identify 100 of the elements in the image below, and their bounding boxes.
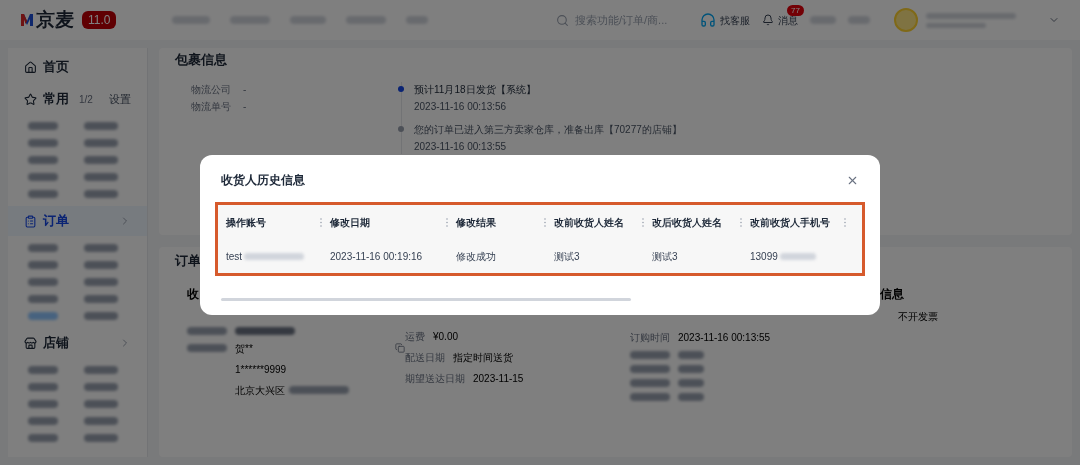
copy-icon[interactable] — [395, 343, 405, 353]
settings-link[interactable]: 设置 — [109, 90, 131, 108]
field-label: 运费 — [405, 329, 425, 344]
redacted-text — [83, 190, 118, 198]
field-value: ¥0.00 — [433, 329, 459, 344]
redacted-text — [83, 244, 118, 252]
redacted-text — [289, 386, 349, 394]
redacted-text — [630, 364, 670, 373]
redacted-text — [28, 261, 58, 269]
redacted-text — [83, 295, 118, 303]
redacted-text — [630, 392, 670, 401]
redacted-text — [235, 326, 295, 335]
receiver-address: 北京大兴区 — [235, 383, 285, 398]
field-value: 指定时间送货 — [453, 350, 513, 365]
column-header: 操作账号 — [226, 215, 266, 230]
field-value: - — [243, 99, 247, 114]
card-title: 收 — [187, 285, 200, 303]
redacted-text — [779, 252, 816, 260]
redacted-text — [83, 434, 118, 442]
version-badge: 11.0 — [82, 11, 117, 29]
redacted-text — [28, 156, 58, 164]
redacted-text — [678, 378, 704, 387]
field-label: 期望送达日期 — [405, 371, 465, 386]
sidebar-item[interactable]: 订单 — [8, 206, 147, 236]
avatar[interactable] — [894, 8, 918, 32]
receiver-phone: 1******9999 — [234, 362, 288, 377]
column-header: 改后收货人姓名 — [652, 215, 722, 230]
redacted-text — [28, 173, 58, 181]
invoice-value: 不开发票 — [898, 309, 938, 324]
column-header: 改前收货人手机号 — [750, 215, 830, 230]
redacted-text — [28, 417, 58, 425]
redacted-text — [244, 252, 305, 260]
app-logo: 京麦 — [36, 7, 74, 32]
column-header: 改前收货人姓名 — [554, 215, 624, 230]
redacted-text — [83, 312, 118, 320]
redacted-text — [83, 156, 118, 164]
table-cell-text: 修改成功 — [456, 249, 496, 264]
field-label: 物流公司 — [191, 82, 231, 97]
field-label: 订购时间 — [630, 330, 670, 345]
logo-mark — [20, 13, 34, 27]
redacted-text — [28, 122, 58, 130]
table-cell-text: 2023-11-16 00:19:16 — [330, 249, 423, 264]
redacted-text — [83, 261, 118, 269]
redacted-text — [630, 378, 670, 387]
page-indicator: 1/2 — [79, 92, 93, 107]
receiver-name: 贺** — [235, 341, 253, 356]
headset-icon — [700, 12, 716, 28]
field-label: 物流单号 — [191, 99, 231, 114]
field-label: 配送日期 — [405, 350, 445, 365]
timeline-time: 2023-11-16 00:13:55 — [414, 139, 508, 154]
redacted-text — [28, 139, 58, 147]
column-header: 修改结果 — [456, 215, 496, 230]
redacted-text — [28, 366, 58, 374]
redacted-text — [630, 350, 670, 359]
redacted-text — [187, 344, 227, 352]
timeline-text: 预计11月18日发货【系统】 — [414, 82, 537, 97]
service-link[interactable]: 找客服 — [700, 12, 750, 28]
timeline-text: 您的订单已进入第三方卖家仓库，准备出库【70277的店铺】 — [414, 122, 682, 137]
table-cell-text: test — [226, 249, 243, 264]
column-header: 修改日期 — [330, 215, 370, 230]
table-cell-text: 测试3 — [652, 249, 678, 264]
redacted-text — [678, 392, 704, 401]
redacted-text — [83, 383, 118, 391]
redacted-text — [28, 190, 58, 198]
sidebar-item[interactable]: 常用 1/2 设置 — [8, 84, 147, 114]
horizontal-scrollbar[interactable] — [221, 298, 631, 301]
redacted-text — [83, 400, 118, 408]
timeline-time: 2023-11-16 00:13:56 — [414, 99, 508, 114]
redacted-text — [83, 417, 118, 425]
field-value: 2023-11-15 — [473, 371, 524, 386]
sidebar-item[interactable]: 店铺 — [8, 328, 147, 358]
redacted-text — [28, 244, 58, 252]
field-value: 2023-11-16 00:13:55 — [678, 330, 771, 345]
star-icon — [24, 92, 37, 106]
table-cell-text: 测试3 — [554, 249, 580, 264]
redacted-text — [28, 312, 58, 320]
shop-icon — [24, 336, 37, 350]
unread-badge: 77 — [787, 4, 804, 16]
redacted-text — [83, 173, 118, 181]
redacted-text — [678, 364, 704, 373]
redacted-text — [28, 295, 58, 303]
redacted-text — [678, 350, 704, 359]
home-icon — [24, 60, 37, 74]
dialog-title: 收货人历史信息 — [221, 172, 305, 189]
table-cell-text: 13099 — [750, 249, 778, 264]
redacted-text — [83, 366, 118, 374]
redacted-text — [28, 434, 58, 442]
section-title: 订单 — [175, 252, 201, 270]
section-title: 包裹信息 — [175, 51, 228, 69]
redacted-text — [187, 326, 227, 335]
field-value: - — [243, 82, 247, 97]
card-title: 信息 — [880, 285, 904, 303]
redacted-text — [83, 122, 118, 130]
bell-icon — [762, 14, 774, 26]
clipboard-icon — [24, 214, 37, 228]
redacted-text — [28, 400, 58, 408]
search-icon — [556, 13, 569, 27]
redacted-text — [83, 278, 118, 286]
redacted-text — [28, 278, 58, 286]
sidebar-item[interactable]: 首页 — [8, 52, 147, 82]
